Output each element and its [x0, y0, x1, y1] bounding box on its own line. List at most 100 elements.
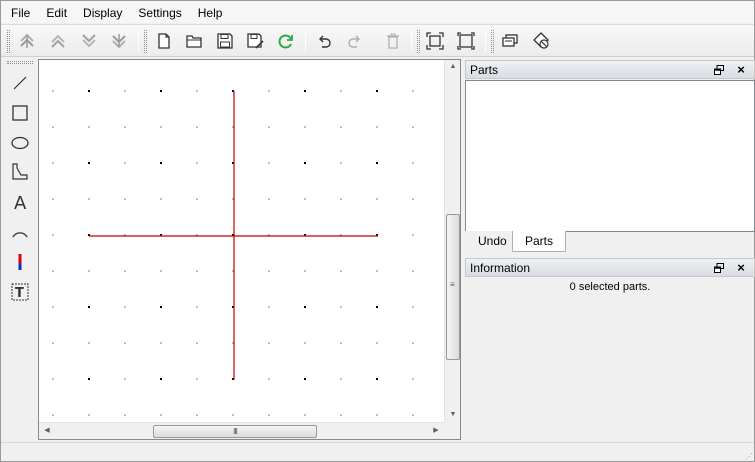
grid-dot — [124, 306, 126, 308]
close-icon[interactable]: × — [734, 261, 748, 275]
horizontal-scrollbar[interactable]: ◀ III ▶ — [39, 422, 444, 439]
information-dock-title[interactable]: Information × — [465, 258, 755, 277]
grid-dot — [160, 306, 162, 308]
menu-display[interactable]: Display — [75, 2, 130, 22]
save-as-icon — [247, 33, 264, 49]
resize-grip-icon[interactable]: ⋰ — [745, 453, 753, 461]
grid-dot — [268, 162, 270, 164]
undo-button[interactable] — [312, 29, 336, 53]
grid-dot — [232, 270, 234, 272]
parts-list[interactable] — [465, 80, 755, 232]
terminal-tool-icon — [18, 254, 22, 270]
menu-file[interactable]: File — [3, 2, 38, 22]
delete-icon — [387, 33, 399, 49]
parts-dock-title-text: Parts — [470, 62, 499, 77]
grid-dot — [232, 414, 234, 416]
text-tool-button[interactable]: A — [7, 189, 33, 215]
vertical-scroll-thumb[interactable]: ≡ — [446, 214, 460, 360]
tab-parts[interactable]: Parts — [512, 231, 567, 252]
zoom-fit-button[interactable] — [423, 29, 447, 53]
toolbar-grip[interactable] — [417, 30, 420, 53]
float-icon[interactable] — [712, 63, 726, 77]
open-folder-icon — [186, 35, 202, 48]
menu-settings[interactable]: Settings — [130, 2, 189, 22]
scroll-up-icon[interactable]: ▲ — [445, 60, 461, 74]
information-dock-title-text: Information — [470, 260, 531, 275]
grid-dot — [412, 306, 414, 308]
grid-dot — [232, 342, 234, 344]
grid-dot — [52, 234, 54, 236]
text-field-tool-button[interactable]: T — [7, 279, 33, 305]
reload-button[interactable] — [274, 29, 298, 53]
line-tool-button[interactable] — [7, 70, 33, 96]
grid-dot — [268, 90, 270, 92]
save-as-button[interactable] — [243, 29, 267, 53]
grid-dot — [268, 342, 270, 344]
scroll-down-icon[interactable]: ▼ — [445, 408, 461, 422]
grid-dot — [376, 126, 378, 128]
ellipse-tool-button[interactable] — [7, 130, 33, 156]
arc-tool-button[interactable] — [7, 219, 33, 245]
grid-dot — [124, 414, 126, 416]
grid-dot — [160, 270, 162, 272]
zoom-reset-icon — [457, 32, 475, 50]
menu-help[interactable]: Help — [190, 2, 231, 22]
grid-dot — [124, 198, 126, 200]
toolbar-grip[interactable] — [491, 30, 494, 53]
text-field-tool-glyph: T — [15, 286, 24, 301]
grid-dot — [268, 378, 270, 380]
grid-dot — [160, 126, 162, 128]
save-button[interactable] — [213, 29, 237, 53]
raise-icon — [51, 34, 65, 48]
scroll-corner — [444, 422, 460, 439]
canvas-drawing[interactable] — [39, 60, 444, 422]
polygon-tool-button[interactable] — [7, 159, 33, 185]
grid-dot — [412, 234, 414, 236]
vertical-scrollbar[interactable]: ▲ ≡ ▼ — [444, 60, 460, 422]
grid-dot — [340, 162, 342, 164]
toolbar-grip[interactable] — [144, 30, 147, 53]
open-button[interactable] — [182, 29, 206, 53]
parts-dock-title[interactable]: Parts × — [465, 60, 755, 79]
arc-tool-icon — [12, 232, 28, 238]
lower-button[interactable] — [77, 29, 101, 53]
grid-dot — [196, 306, 198, 308]
toolstrip-grip[interactable] — [7, 61, 33, 64]
scroll-right-icon[interactable]: ▶ — [428, 423, 444, 439]
menu-edit[interactable]: Edit — [38, 2, 75, 22]
close-icon[interactable]: × — [734, 63, 748, 77]
grid-dot — [340, 378, 342, 380]
grid-dot — [88, 90, 90, 92]
move-to-front-button[interactable] — [15, 29, 39, 53]
grid-dot — [412, 342, 414, 344]
grid-dot — [412, 90, 414, 92]
grid-dot — [160, 414, 162, 416]
float-icon[interactable] — [712, 261, 726, 275]
text-tool-icon: A — [14, 193, 27, 212]
toolbar-separator — [305, 31, 306, 52]
grid-dot — [376, 378, 378, 380]
grid-dot — [412, 270, 414, 272]
grid-dot — [304, 90, 306, 92]
main-toolbar — [1, 24, 754, 57]
edit-info-button[interactable] — [498, 29, 522, 53]
scroll-left-icon[interactable]: ◀ — [39, 423, 55, 439]
grid-dot — [340, 270, 342, 272]
grid-dot — [268, 306, 270, 308]
grid-dot — [268, 126, 270, 128]
grid-dot — [196, 198, 198, 200]
grid-dot — [268, 198, 270, 200]
clear-selection-button[interactable] — [529, 29, 553, 53]
delete-button[interactable] — [381, 29, 405, 53]
drawing-canvas[interactable]: ▲ ≡ ▼ ◀ III ▶ — [38, 59, 461, 440]
terminal-tool-button[interactable] — [7, 249, 33, 275]
horizontal-scroll-thumb[interactable]: III — [153, 425, 317, 438]
rectangle-tool-button[interactable] — [7, 100, 33, 126]
new-file-button[interactable] — [152, 29, 176, 53]
zoom-reset-button[interactable] — [454, 29, 478, 53]
move-to-back-button[interactable] — [107, 29, 131, 53]
toolbar-grip[interactable] — [7, 30, 10, 53]
raise-button[interactable] — [46, 29, 70, 53]
grid-dot — [196, 270, 198, 272]
redo-button[interactable] — [343, 29, 367, 53]
